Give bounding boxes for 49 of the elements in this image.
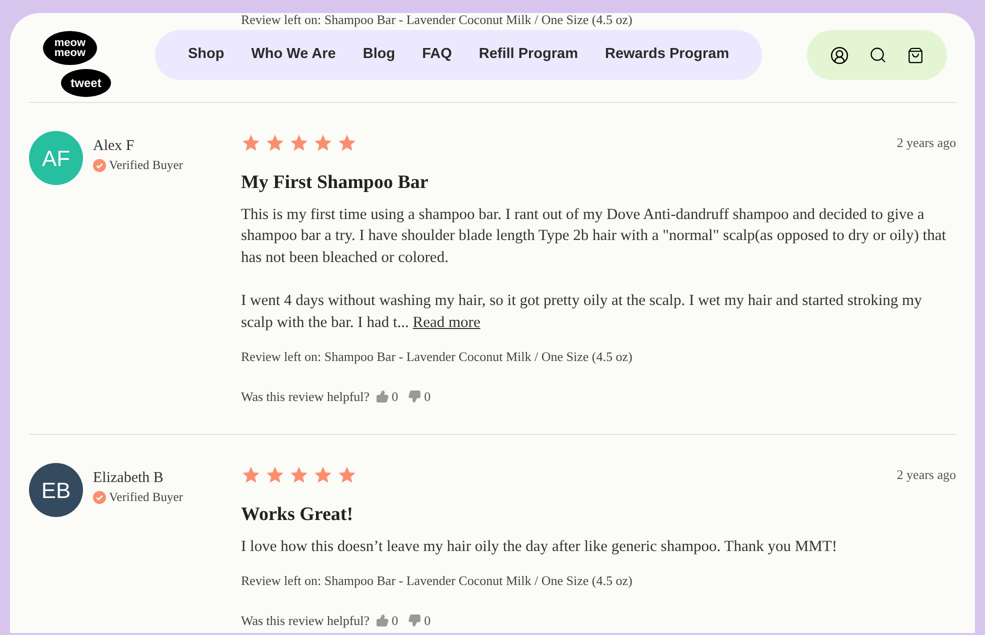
nav-link[interactable]: Who We Are [251,44,336,66]
helpful-prompt: Was this review helpful? [241,388,370,406]
thumbs-down-icon [408,614,422,627]
star-icon [265,133,285,153]
review-date: 2 years ago [896,466,956,484]
review-date: 2 years ago [896,134,956,152]
review-text: I went 4 days without washing my hair, so it got pretty oily at the scalp. I wet my hair and started stroking my scalp with the bar. I had t... Read more [241,291,923,332]
thumbs-up-button[interactable]: 0 [376,386,398,406]
star-icon [313,465,333,485]
star-icon [289,465,309,485]
review-text: This is my first time using a shampoo bar. I rant out of my Dove Anti-dandruff shampoo and decided to give a shampoo bar a try. I have shoulder blade length Type 2b hair with a "normal" scalp(as opposed to dry or oily) that has not been bleached or colored. [241,204,948,268]
helpful-prompt: Was this review helpful? [241,612,370,630]
review-product-info: Review left on: Shampoo Bar - Lavender Coconut Milk / One Size (4.5 oz) [241,13,632,27]
read-more-link[interactable]: Read more [412,314,480,330]
review-title: Works Great! [241,503,354,527]
nav-link[interactable]: Rewards Program [604,44,730,66]
check-badge-icon [93,490,106,504]
nav-link[interactable]: Refill Program [478,44,578,66]
verified-label: Verified Buyer [109,157,183,174]
check-badge-icon [93,158,106,172]
review-title: My First Shampoo Bar [241,171,430,195]
thumbs-down-icon [408,390,422,403]
thumbs-down-button[interactable]: 0 [408,610,431,630]
product-info: Review left on: Shampoo Bar - Lavender Coconut Milk / One Size (4.5 oz) [241,348,634,366]
account-icon[interactable] [830,46,850,64]
reviewer-name: Alex F [93,137,136,155]
thumbs-down-button[interactable]: 0 [408,386,431,406]
nav-link[interactable]: Shop [188,44,224,66]
avatar: EB [29,463,83,517]
bag-icon[interactable] [907,46,924,64]
thumbs-up-icon [376,390,389,403]
star-icon [313,133,333,153]
thumbs-up-icon [376,614,389,627]
star-icon [241,133,261,153]
thumbs-up-button[interactable]: 0 [376,610,398,630]
star-icon [337,465,357,485]
star-icon [265,465,285,485]
search-icon[interactable] [869,46,888,64]
logo[interactable]: meow meow tweet [43,31,111,97]
product-info: Review left on: Shampoo Bar - Lavender Coconut Milk / One Size (4.5 oz) [241,572,634,590]
review-text: I love how this doesn’t leave my hair oily the day after like generic shampoo. Thank you MMT! [241,536,838,556]
verified-label: Verified Buyer [109,489,183,506]
star-icon [337,133,357,153]
nav-link[interactable]: Blog [362,44,396,66]
star-icon [241,465,261,485]
avatar: AF [29,131,83,185]
reviewer-name: Elizabeth B [93,469,164,487]
star-icon [289,133,309,153]
nav-link[interactable]: FAQ [422,44,452,66]
